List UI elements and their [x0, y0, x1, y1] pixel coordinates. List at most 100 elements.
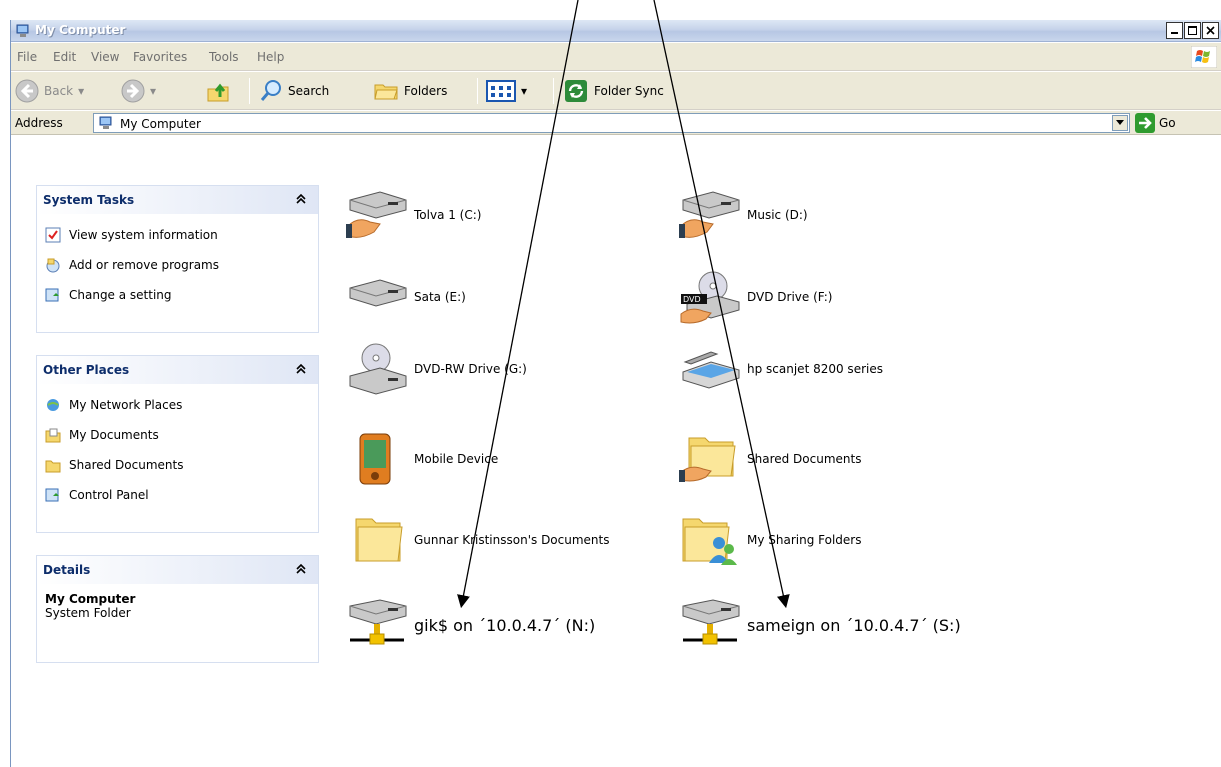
item-shared-documents[interactable]: Shared Documents: [677, 432, 861, 486]
maximize-button[interactable]: [1184, 22, 1201, 39]
menu-help[interactable]: Help: [257, 50, 284, 64]
menu-tools[interactable]: Tools: [209, 50, 239, 64]
item-label: Sata (E:): [414, 290, 466, 304]
item-label: DVD-RW Drive (G:): [414, 362, 527, 376]
views-icon: [486, 80, 516, 102]
place-my-documents[interactable]: My Documents: [37, 420, 318, 450]
up-folder-icon: [207, 83, 229, 102]
cd-drive-icon: [349, 343, 407, 395]
network-drive-icon: [682, 599, 740, 645]
close-button[interactable]: [1202, 22, 1219, 39]
place-control-panel[interactable]: Control Panel: [37, 480, 318, 510]
forward-button[interactable]: ▾: [121, 77, 156, 105]
task-view-system-information[interactable]: View system information: [37, 220, 318, 250]
details-panel: Details My Computer System Folder: [36, 555, 319, 663]
item-mobile-device[interactable]: Mobile Device: [344, 432, 498, 486]
dvd-drive-icon: DVD: [680, 271, 740, 324]
chevron-down-icon: [1116, 120, 1124, 125]
address-label: Address: [15, 116, 63, 130]
network-places-icon: [47, 399, 59, 411]
folders-icon: [374, 84, 398, 100]
details-type: System Folder: [45, 606, 131, 620]
item-label: Gunnar Kristinsson's Documents: [414, 533, 610, 547]
task-add-remove-programs[interactable]: Add or remove programs: [37, 250, 318, 280]
details-header[interactable]: Details: [37, 556, 318, 584]
minimize-icon: [1171, 32, 1178, 34]
go-button[interactable]: Go: [1135, 113, 1176, 133]
details-name: My Computer: [45, 592, 136, 606]
pda-icon: [359, 433, 391, 485]
up-button[interactable]: [206, 77, 230, 105]
control-panel-icon: [45, 488, 59, 502]
item-label: Tolva 1 (C:): [414, 208, 482, 222]
item-my-sharing-folders[interactable]: My Sharing Folders: [677, 513, 862, 567]
back-arrow-icon: [15, 79, 39, 103]
toolbar: Back ▾ ▾ Search Folders ▾ Folder Sync: [11, 72, 1221, 110]
other-places-header[interactable]: Other Places: [37, 356, 318, 384]
scanner-icon: [682, 351, 740, 389]
folder-icon: [355, 518, 403, 562]
folder-icon: [45, 460, 61, 473]
search-button[interactable]: Search: [259, 77, 329, 105]
item-label: sameign on ´10.0.4.7´ (S:): [747, 615, 961, 635]
shared-folder-icon: [679, 437, 736, 482]
system-tasks-header[interactable]: System Tasks: [37, 186, 318, 214]
item-label: DVD Drive (F:): [747, 290, 833, 304]
control-panel-icon: [45, 288, 59, 302]
item-drive-e[interactable]: Sata (E:): [344, 270, 466, 324]
title-bar[interactable]: My Computer: [11, 20, 1221, 42]
folders-button[interactable]: Folders: [373, 77, 447, 105]
item-drive-c[interactable]: Tolva 1 (C:): [344, 188, 481, 242]
menu-view[interactable]: View: [91, 50, 119, 64]
close-icon: [1206, 26, 1215, 35]
item-label: My Sharing Folders: [747, 533, 862, 547]
item-drive-g[interactable]: DVD-RW Drive (G:): [344, 342, 527, 396]
maximize-icon: [1188, 26, 1197, 35]
item-gunnar-documents[interactable]: Gunnar Kristinsson's Documents: [344, 513, 610, 567]
forward-arrow-icon: [121, 79, 145, 103]
search-icon: [260, 80, 281, 101]
collapse-icon[interactable]: [294, 562, 308, 576]
window-title: My Computer: [35, 23, 126, 37]
chevron-down-icon: ▾: [150, 84, 157, 98]
collapse-icon[interactable]: [294, 192, 308, 206]
shared-drive-icon: [679, 191, 740, 238]
shared-drive-icon: [346, 191, 407, 238]
views-button[interactable]: ▾: [486, 77, 527, 105]
folder-sync-button[interactable]: Folder Sync: [563, 77, 664, 105]
address-input[interactable]: My Computer: [93, 113, 1130, 133]
place-my-network-places[interactable]: My Network Places: [37, 390, 318, 420]
svg-text:DVD: DVD: [683, 295, 701, 304]
item-drive-d[interactable]: Music (D:): [677, 188, 808, 242]
other-places-panel: Other Places My Network Places My Docume…: [36, 355, 319, 533]
item-scanner[interactable]: hp scanjet 8200 series: [677, 342, 883, 396]
add-remove-programs-icon: [46, 258, 60, 273]
menu-bar: File Edit View Favorites Tools Help: [11, 43, 1221, 71]
item-label: gik$ on ´10.0.4.7´ (N:): [414, 615, 596, 635]
system-info-icon: [45, 227, 61, 243]
place-shared-documents[interactable]: Shared Documents: [37, 450, 318, 480]
folder-sync-icon: [565, 80, 587, 102]
minimize-button[interactable]: [1166, 22, 1183, 39]
menu-favorites[interactable]: Favorites: [133, 50, 187, 64]
windows-logo-icon: [1191, 46, 1217, 68]
collapse-icon[interactable]: [294, 362, 308, 376]
menu-file[interactable]: File: [17, 50, 37, 64]
my-computer-icon: [99, 116, 112, 129]
address-dropdown-button[interactable]: [1112, 115, 1128, 131]
item-network-drive-s[interactable]: sameign on ´10.0.4.7´ (S:): [677, 598, 961, 652]
system-tasks-panel: System Tasks View system information Add…: [36, 185, 319, 333]
address-value: My Computer: [120, 117, 201, 131]
my-computer-icon: [16, 24, 29, 37]
drive-icon: [349, 279, 407, 307]
address-bar: Address My Computer Go: [11, 111, 1221, 135]
item-network-drive-n[interactable]: gik$ on ´10.0.4.7´ (N:): [344, 598, 595, 652]
chevron-down-icon: ▾: [521, 84, 528, 98]
task-change-setting[interactable]: Change a setting: [37, 280, 318, 310]
item-drive-f[interactable]: DVD DVD Drive (F:): [677, 270, 832, 324]
back-button[interactable]: Back ▾: [15, 77, 84, 105]
chevron-down-icon: ▾: [78, 84, 85, 98]
item-label: Shared Documents: [747, 452, 862, 466]
item-label: Music (D:): [747, 208, 808, 222]
menu-edit[interactable]: Edit: [53, 50, 76, 64]
